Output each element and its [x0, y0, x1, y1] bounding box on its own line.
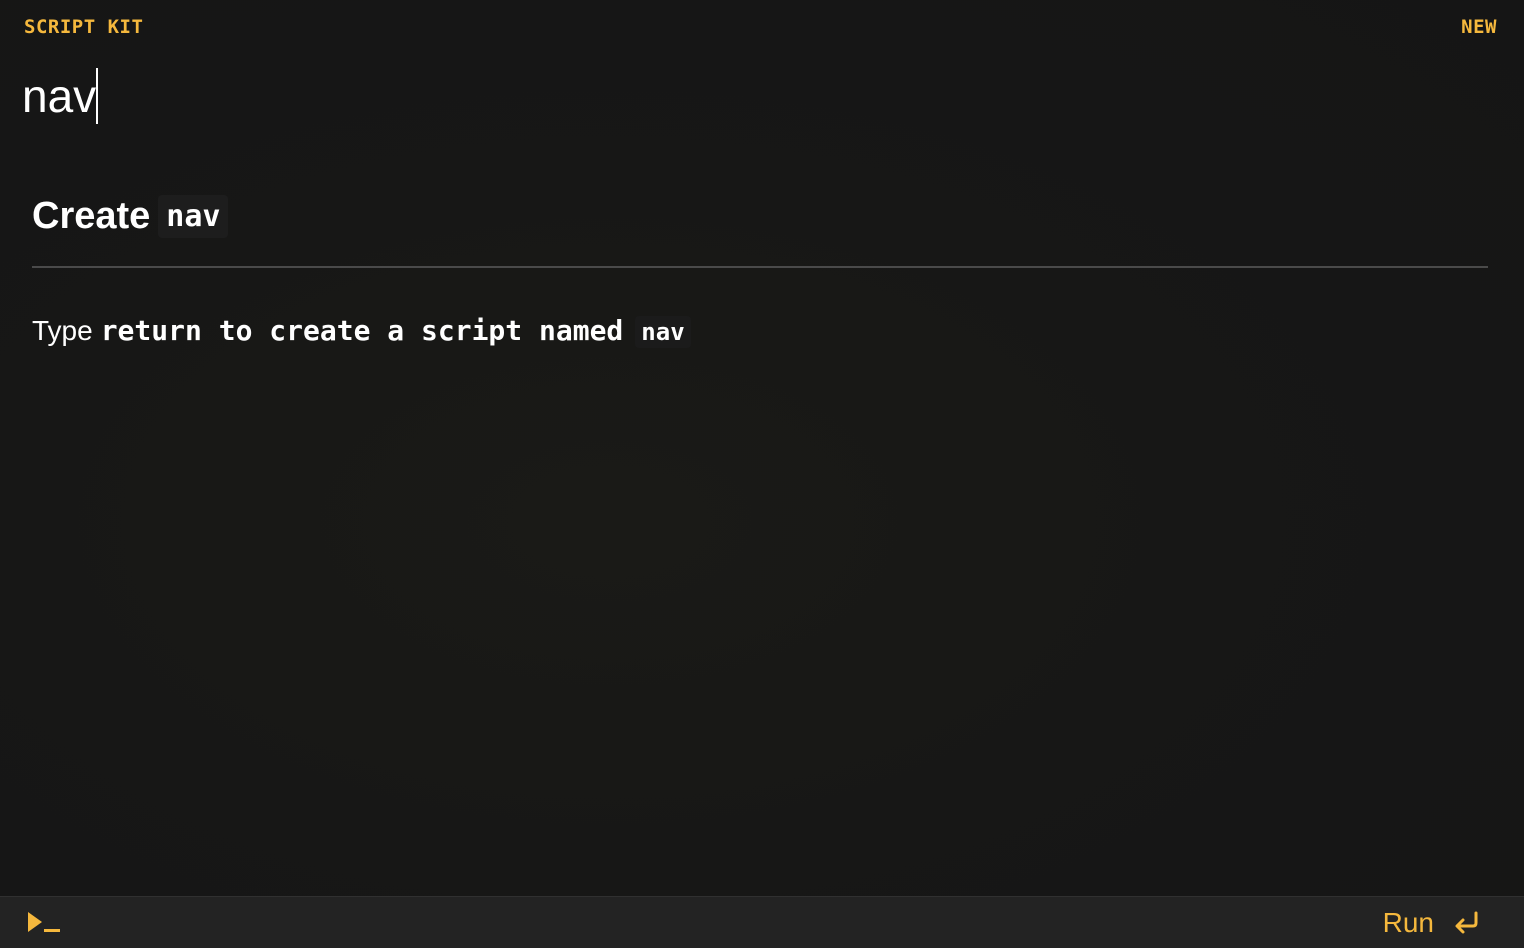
text-caret — [96, 68, 99, 124]
heading-text: Create — [32, 194, 151, 237]
footer-bar: Run — [0, 896, 1524, 948]
heading-script-name: nav — [158, 194, 229, 238]
prompt-input-field[interactable]: nav — [22, 66, 99, 126]
preview-heading: Create nav — [32, 186, 1488, 246]
instruction-script-name: nav — [635, 316, 691, 348]
instruction-mono-text: return to create a script named — [100, 314, 624, 347]
run-button-label: Run — [1382, 907, 1434, 938]
mode-label: NEW — [1461, 16, 1497, 38]
preview-instruction: Type return to create a script named nav — [32, 314, 1488, 350]
enter-key-icon — [1455, 911, 1478, 934]
preview-divider — [32, 266, 1488, 268]
preview-panel: Create nav Type return to create a scrip… — [32, 186, 1488, 350]
app-brand-label: SCRIPT KIT — [24, 16, 144, 38]
run-button[interactable]: Run — [1383, 905, 1482, 941]
terminal-icon[interactable] — [26, 910, 62, 936]
prompt-input-value[interactable]: nav — [22, 66, 96, 126]
instruction-lead-text: Type — [32, 315, 93, 346]
script-kit-window: SCRIPT KIT NEW nav Create nav Type retur… — [0, 0, 1524, 948]
